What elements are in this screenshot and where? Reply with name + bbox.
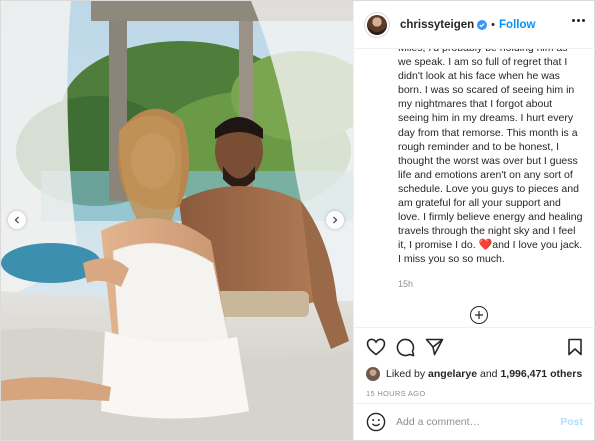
liker-avatar[interactable] [366, 367, 380, 381]
photo-illustration [1, 1, 353, 440]
like-button[interactable] [366, 338, 386, 356]
previous-photo-button[interactable] [8, 211, 26, 229]
save-button[interactable] [567, 338, 583, 356]
post-timestamp[interactable]: 15 HOURS AGO [366, 389, 583, 398]
next-photo-button[interactable] [326, 211, 344, 229]
header-separator: • [491, 18, 496, 31]
comment-input[interactable] [396, 416, 561, 428]
emoji-button[interactable] [366, 412, 386, 432]
follow-button[interactable]: Follow [499, 19, 535, 31]
bookmark-icon [568, 338, 582, 356]
post-photo[interactable] [1, 1, 353, 440]
red-heart-emoji: ❤️ [478, 239, 493, 252]
chevron-left-icon [14, 216, 19, 224]
heart-icon [366, 338, 386, 356]
post-comment-button[interactable]: Post [560, 416, 583, 428]
more-icon[interactable] [572, 19, 585, 22]
caption-text: Miles, I'd probably be holding him as we… [398, 49, 583, 252]
likes-prefix: Liked by [386, 368, 426, 380]
action-icons [366, 336, 583, 358]
share-button[interactable] [425, 338, 444, 356]
add-comment-bar: Post [354, 403, 595, 440]
author-username[interactable]: chrissyteigen [400, 19, 474, 31]
verified-icon [477, 19, 488, 30]
author-avatar[interactable] [364, 11, 390, 38]
post-actions: Liked by angelarye and 1,996,471 others … [354, 327, 595, 398]
post-header: chrissyteigen • Follow [354, 1, 595, 49]
comments-area: Miles, I'd probably be holding him as we… [354, 49, 595, 327]
chevron-right-icon [333, 216, 338, 224]
liker-username[interactable]: angelarye [428, 368, 477, 380]
comment-icon [396, 338, 415, 356]
plus-circle-icon [475, 311, 483, 319]
share-icon [425, 338, 444, 356]
caption-time: 15h [398, 279, 414, 289]
likes-summary: Liked by angelarye and 1,996,471 others [366, 367, 583, 381]
likes-conjunction: and [479, 368, 498, 380]
likes-count[interactable]: 1,996,471 others [500, 368, 582, 380]
load-more-comments-button[interactable] [470, 306, 488, 324]
comment-button[interactable] [396, 338, 415, 357]
post-side-panel: chrissyteigen • Follow Miles, I'd probab… [353, 1, 595, 440]
post-caption: Miles, I'd probably be holding him as we… [398, 49, 583, 267]
smiley-icon [366, 412, 386, 432]
instagram-post: chrissyteigen • Follow Miles, I'd probab… [0, 0, 595, 441]
